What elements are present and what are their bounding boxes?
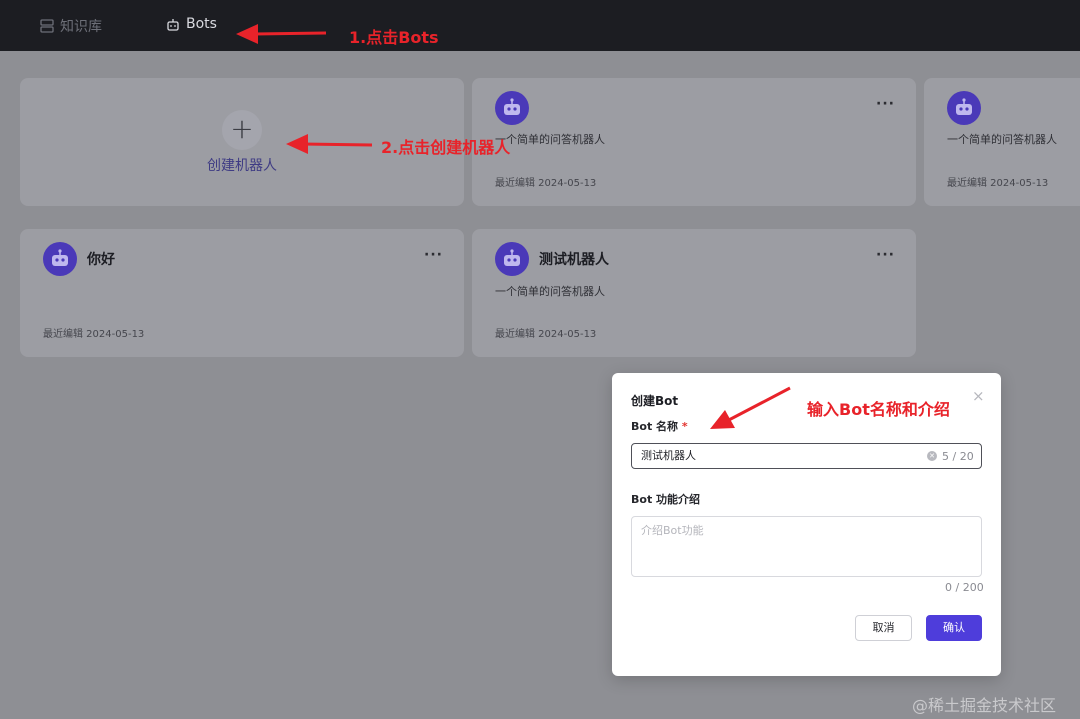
annotation-arrows [236,24,791,429]
arrow-step1 [236,24,327,44]
annotation-step3: 输入Bot名称和介绍 [807,400,950,419]
arrow-step3 [710,386,791,429]
watermark: @稀土掘金技术社区 [912,696,1057,715]
annotation-step1: 1.点击Bots [349,28,439,47]
arrow-step2 [286,134,373,154]
annotation-step2: 2.点击创建机器人 [381,138,511,157]
